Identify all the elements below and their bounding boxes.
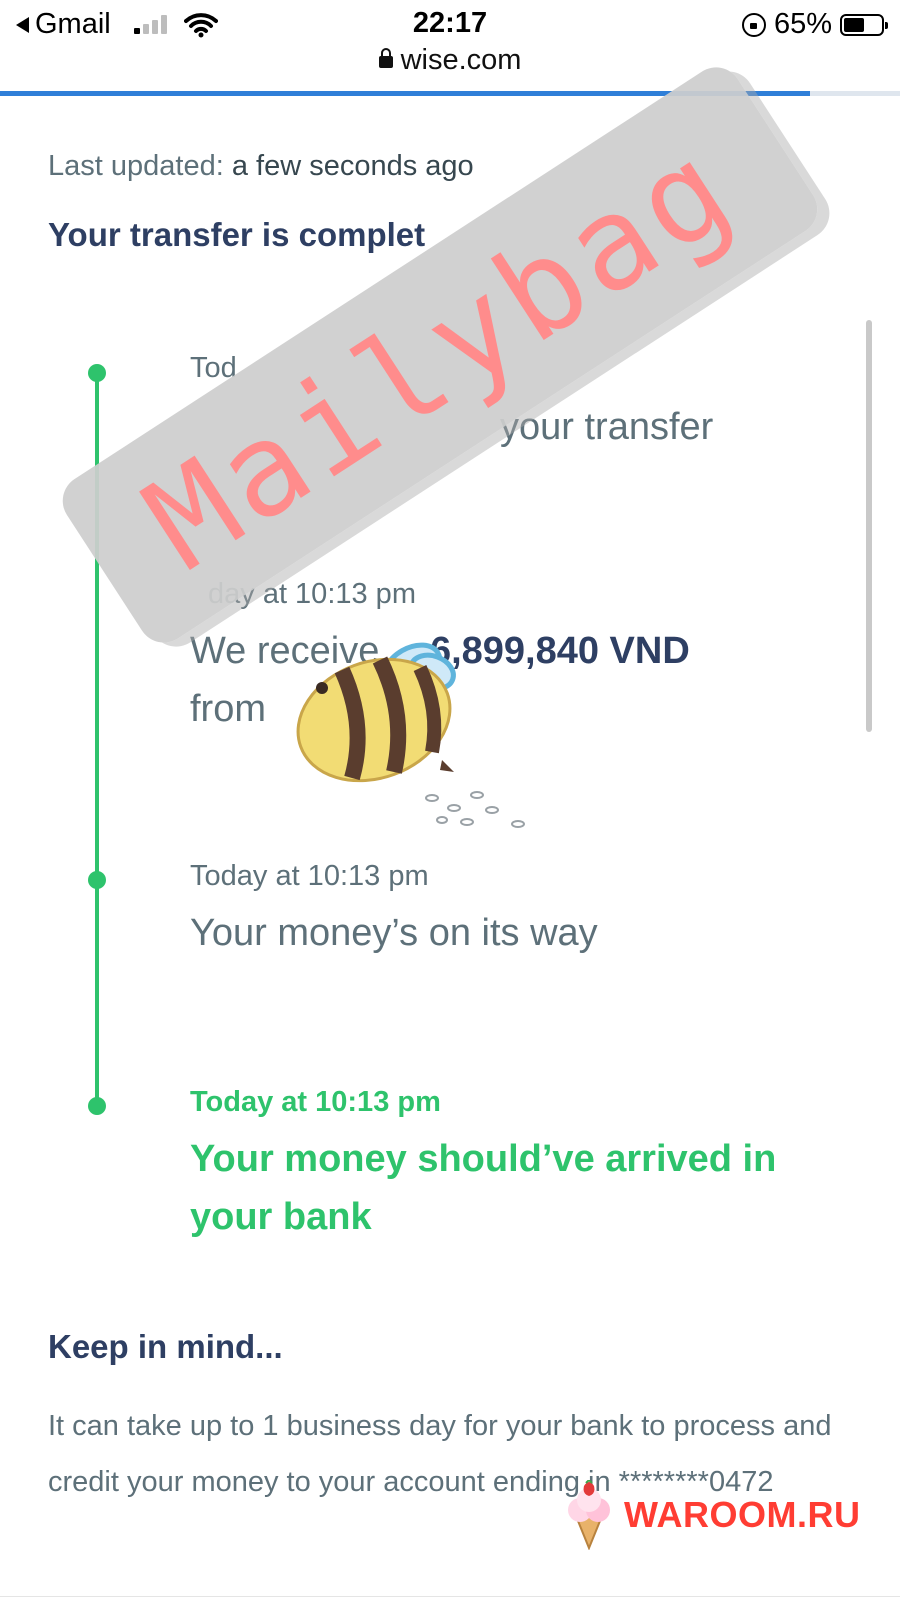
bee-illustration-icon bbox=[296, 642, 525, 828]
orientation-lock-icon bbox=[741, 12, 766, 37]
scrollbar[interactable] bbox=[866, 320, 872, 732]
bottom-divider bbox=[0, 1596, 900, 1597]
address-bar[interactable]: wise.com bbox=[0, 44, 900, 77]
timeline-dot-1 bbox=[88, 364, 106, 382]
brand-badge: WAROOM.RU bbox=[560, 1480, 860, 1550]
last-updated-label: Last updated: bbox=[48, 150, 224, 182]
timeline-step-3-time: Today at 10:13 pm bbox=[190, 860, 429, 892]
timeline-dot-3 bbox=[88, 871, 106, 889]
brand-badge-text: WAROOM.RU bbox=[624, 1494, 861, 1535]
timeline-step-4-time: Today at 10:13 pm bbox=[190, 1086, 441, 1118]
transfer-status-heading: Your transfer is complet bbox=[48, 216, 426, 253]
timeline-step-3-text: Your money’s on its way bbox=[190, 912, 598, 954]
status-bar: Gmail 22:17 65% bbox=[0, 0, 900, 48]
url-text: wise.com bbox=[400, 44, 522, 76]
timeline-step-2-suffix: from bbox=[190, 688, 266, 730]
page-load-progress bbox=[0, 91, 900, 96]
last-updated-value: a few seconds ago bbox=[231, 150, 474, 182]
last-updated: Last updated: a few seconds ago bbox=[48, 150, 474, 183]
timeline-step-4-text: Your money should’ve arrived in your ban… bbox=[190, 1138, 777, 1238]
timeline-dot-4 bbox=[88, 1097, 106, 1115]
status-right-group: 65% bbox=[741, 8, 888, 41]
battery-icon bbox=[840, 13, 888, 36]
ice-cream-icon bbox=[568, 1480, 610, 1550]
padlock-icon bbox=[378, 48, 393, 68]
timeline-step-1-text: your transfer bbox=[500, 406, 714, 448]
battery-percent: 65% bbox=[773, 8, 832, 40]
watermark-banner: Mailybag bbox=[52, 57, 828, 653]
keep-in-mind-heading: Keep in mind... bbox=[48, 1328, 283, 1365]
